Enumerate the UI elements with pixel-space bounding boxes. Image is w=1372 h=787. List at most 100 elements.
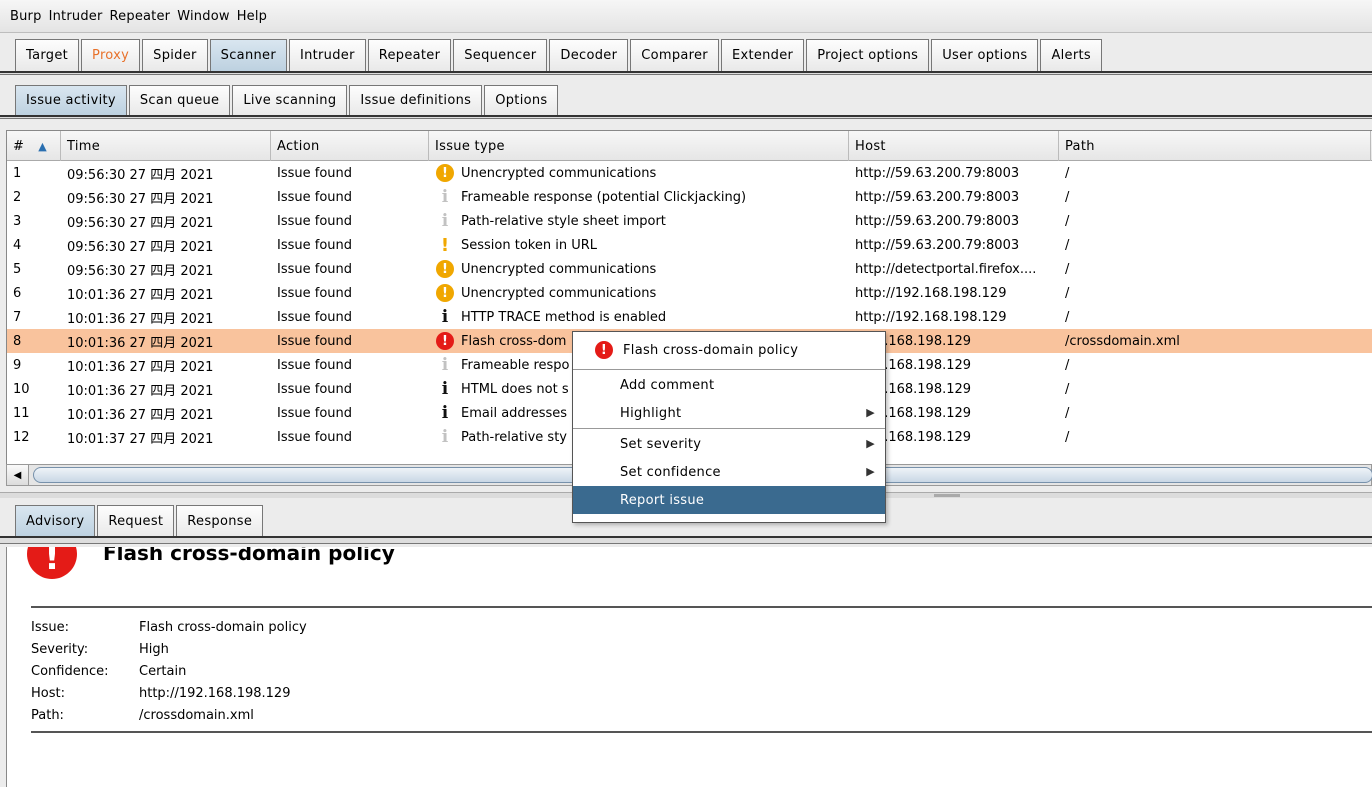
menu-repeater[interactable]: Repeater [110,9,171,24]
tab-options[interactable]: Options [484,85,559,115]
table-row[interactable]: 4 09:56:30 27 四月 2021 Issue found ! Session … [7,233,1372,257]
cell-path: / [1065,261,1070,277]
field-value: High [139,642,169,657]
cell-issue-type: ! Unencrypted communications [429,164,849,182]
issue-type-label: Path-relative sty [461,429,567,445]
info-certain-icon: i [441,308,449,326]
tab-response[interactable]: Response [176,505,264,537]
scroll-left-icon[interactable]: ◀ [7,465,29,485]
cell-number: 6 [13,285,22,301]
info-certain-icon: i [441,404,449,422]
tab-proxy[interactable]: Proxy [81,39,141,71]
tab-decoder[interactable]: Decoder [549,39,629,71]
tab-request[interactable]: Request [97,505,175,537]
column-header-path[interactable]: Path [1059,131,1371,161]
tab-scan-queue[interactable]: Scan queue [128,85,231,115]
menu-help[interactable]: Help [237,9,267,24]
cell-number: 3 [13,213,22,229]
cell-path: / [1065,405,1070,421]
tab-label: Request [108,514,164,529]
cell-time: 10:01:36 27 四月 2021 [67,311,214,327]
tab-intruder[interactable]: Intruder [288,39,366,71]
tab-spider[interactable]: Spider [142,39,208,71]
table-row[interactable]: 5 09:56:30 27 四月 2021 Issue found! Unencryp… [7,257,1372,281]
issue-type-label: Unencrypted communications [461,285,657,301]
high-severity-icon: ! [435,332,455,350]
tab-alerts[interactable]: Alerts [1040,39,1102,71]
menu-item-report-issue[interactable]: Report issue [573,486,885,514]
tab-user-options[interactable]: User options [931,39,1039,71]
cell-time: 10:01:37 27 四月 2021 [67,431,214,447]
tab-extender[interactable]: Extender [720,39,805,71]
issue-type-label: Frameable response (potential Clickjacki… [461,189,747,205]
low-severity-icon: ! [440,236,450,254]
issue-type-label: Frameable respo [461,357,570,373]
field-key: Path: [31,708,64,723]
high-severity-icon: ! [27,547,77,579]
menu-intruder[interactable]: Intruder [49,9,103,24]
menu-item-set-severity[interactable]: Set severity ▶ [573,430,885,458]
cell-host: http://detectportal.firefox.... [855,261,1037,277]
cell-issue-type: ! Unencrypted communications [429,284,849,302]
issue-type-label: Flash cross-dom [461,333,567,349]
cell-time: 09:56:30 27 四月 2021 [67,239,214,255]
table-row[interactable]: 7 10:01:36 27 四月 2021 Issue found i HTTP TRA… [7,305,1372,329]
menu-burp[interactable]: Burp [10,9,42,24]
cell-path: / [1065,285,1070,301]
cell-issue-type: i HTTP TRACE method is enabled [429,308,849,326]
column-header-action[interactable]: Action [271,131,429,161]
menu-item-add-comment[interactable]: Add comment [573,371,885,399]
tab-label: Advisory [26,514,85,529]
cell-issue-type: ! Session token in URL [429,236,849,254]
tab-label: Live scanning [243,93,337,108]
column-header-host[interactable]: Host [849,131,1059,161]
tab-sequencer[interactable]: Sequencer [453,39,548,71]
field-key: Confidence: [31,664,109,679]
high-severity-icon: ! [595,341,613,359]
tab-scanner[interactable]: Scanner [209,39,287,71]
header-label: # [13,138,25,154]
tab-issue-definitions[interactable]: Issue definitions [349,85,483,115]
sort-ascending-icon: ▲ [38,139,47,153]
tab-label: Scan queue [139,93,220,108]
table-row[interactable]: 6 10:01:36 27 四月 2021 Issue found! Unencryp… [7,281,1372,305]
menu-item-set-confidence[interactable]: Set confidence ▶ [573,458,885,486]
table-row[interactable]: 1 09:56:30 27 四月 2021 Issue found! Unencryp… [7,161,1372,185]
tab-label: Proxy [92,48,130,63]
column-header-issue-type[interactable]: Issue type [429,131,849,161]
context-menu: ! Flash cross-domain policy Add comment … [572,331,886,523]
medium-severity-icon: ! [435,164,455,182]
cell-number: 1 [13,165,22,181]
tab-live-scanning[interactable]: Live scanning [232,85,348,115]
advisory-field-host: Host: http://192.168.198.129 [31,686,290,701]
table-row[interactable]: 2 09:56:30 27 四月 2021 Issue found i Frameabl… [7,185,1372,209]
cell-host: http://59.63.200.79:8003 [855,165,1020,181]
menu-item-highlight[interactable]: Highlight ▶ [573,399,885,427]
cell-time: 10:01:36 27 四月 2021 [67,287,214,303]
cell-number: 7 [13,309,22,325]
column-header-time[interactable]: Time [61,131,271,161]
tab-label: Comparer [641,48,708,63]
menu-item-label: Set confidence [620,464,721,480]
tab-repeater[interactable]: Repeater [367,39,452,71]
submenu-arrow-icon: ▶ [866,465,875,478]
table-row[interactable]: 3 09:56:30 27 四月 2021 Issue found i Path-rel… [7,209,1372,233]
tab-advisory[interactable]: Advisory [15,505,96,537]
cell-action: Issue found [277,237,353,253]
tab-comparer[interactable]: Comparer [630,39,719,71]
divider [0,71,1372,75]
cell-path: / [1065,213,1070,229]
cell-path: / [1065,429,1070,445]
advisory-field-confidence: Confidence: Certain [31,664,186,679]
tab-label: Repeater [378,48,441,63]
column-header-number[interactable]: # ▲ [7,131,61,161]
field-value: Certain [139,664,187,679]
tab-target[interactable]: Target [15,39,80,71]
cell-time: 09:56:30 27 四月 2021 [67,191,214,207]
cell-number: 4 [13,237,22,253]
splitter-grip[interactable] [934,494,960,497]
advisory-field-issue: Issue: Flash cross-domain policy [31,620,307,635]
menu-window[interactable]: Window [177,9,229,24]
tab-issue-activity[interactable]: Issue activity [15,85,127,115]
tab-project-options[interactable]: Project options [806,39,930,71]
